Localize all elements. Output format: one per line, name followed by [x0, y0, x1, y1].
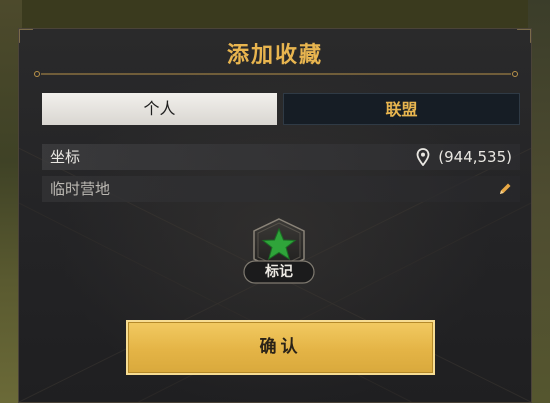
add-favorite-dialog: 添加收藏 个人 联盟 坐标 (944,535) 临时营地 标记 确认	[18, 28, 532, 403]
name-input-value: 临时营地	[50, 180, 111, 198]
confirm-button[interactable]: 确认	[126, 320, 435, 375]
coordinate-display[interactable]: (944,535)	[416, 144, 512, 170]
tab-alliance[interactable]: 联盟	[283, 93, 520, 125]
coordinate-row: 坐标 (944,535)	[42, 144, 520, 170]
tab-personal[interactable]: 个人	[42, 93, 277, 125]
coordinate-value: (944,535)	[438, 148, 512, 166]
marker-selector[interactable]: 标记	[240, 217, 318, 289]
scope-tabs: 个人 联盟	[42, 93, 520, 125]
location-pin-icon	[416, 148, 430, 166]
name-input[interactable]: 临时营地	[42, 176, 520, 202]
coordinate-label: 坐标	[50, 148, 81, 166]
title-divider	[34, 71, 518, 77]
dialog-title: 添加收藏	[226, 42, 323, 68]
marker-label: 标记	[265, 264, 293, 280]
pencil-icon[interactable]	[498, 182, 512, 196]
